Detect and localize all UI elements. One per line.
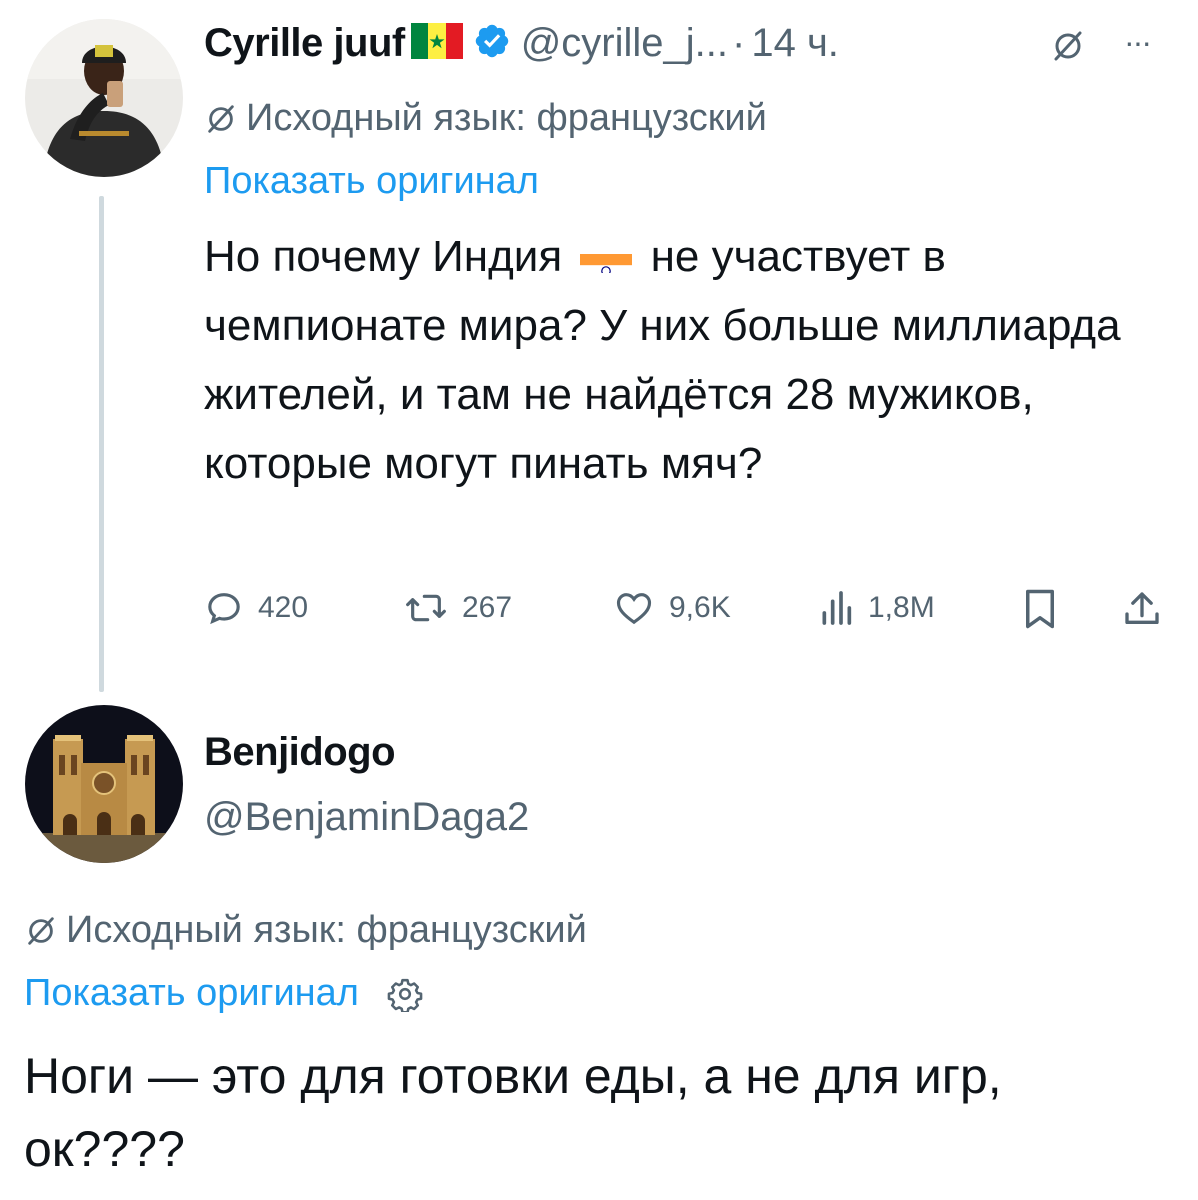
more-options-icon[interactable]: ··· <box>1124 24 1152 61</box>
handle[interactable]: @cyrille_j... <box>521 21 728 66</box>
tweet-text-part-1: Но почему Индия <box>204 232 575 281</box>
handle[interactable]: @BenjaminDaga2 <box>204 795 529 840</box>
source-language-label: Исходный язык: французский <box>246 97 767 139</box>
heart-icon <box>616 593 652 625</box>
source-language: Исходный язык: французский <box>204 97 767 140</box>
share-icon[interactable] <box>1122 588 1162 635</box>
repost-icon <box>406 594 446 622</box>
source-language: Исходный язык: французский <box>24 909 587 952</box>
avatar-benjidogo[interactable] <box>25 705 183 863</box>
show-original-link[interactable]: Показать оригинал <box>204 160 539 203</box>
translate-icon[interactable] <box>1050 28 1086 69</box>
repost-count: 267 <box>462 591 513 624</box>
avatar-image <box>25 19 183 177</box>
avatar-image <box>25 705 183 863</box>
like-count: 9,6K <box>669 591 731 624</box>
source-language-label: Исходный язык: французский <box>66 909 587 951</box>
translate-icon <box>208 104 234 133</box>
views-button[interactable]: 1,8M <box>818 588 935 628</box>
tweet-2-text: Ноги — это для готовки еды, а не для игр… <box>24 1048 1002 1177</box>
views-count: 1,8M <box>868 591 935 624</box>
india-flag-icon <box>580 239 633 273</box>
avatar-cyrille[interactable] <box>25 19 183 177</box>
dot-separator: · <box>732 20 746 65</box>
tweet-1-header: Cyrille juuf @cyrille_j... · 14 ч. <box>204 18 839 68</box>
reply-button[interactable]: 420 <box>204 588 308 628</box>
thread-line <box>99 196 104 692</box>
bookmark-icon[interactable] <box>1022 588 1058 635</box>
reply-icon <box>208 593 240 625</box>
show-original-row: Показать оригинал <box>24 972 423 1015</box>
display-name[interactable]: Benjidogo <box>204 730 396 775</box>
senegal-flag-icon <box>410 22 463 64</box>
show-original-link[interactable]: Показать оригинал <box>24 972 359 1015</box>
translate-icon <box>28 916 54 945</box>
like-button[interactable]: 9,6K <box>613 588 731 628</box>
verified-badge-icon <box>473 22 511 65</box>
settings-gear-icon[interactable] <box>387 976 423 1012</box>
tweet-1-text: Но почему Индия не участвует в чемпионат… <box>204 222 1164 498</box>
views-icon <box>822 591 852 625</box>
reply-count: 420 <box>258 591 309 624</box>
timestamp[interactable]: 14 ч. <box>751 21 839 66</box>
repost-button[interactable]: 267 <box>404 588 512 628</box>
display-name[interactable]: Cyrille juuf <box>204 21 405 66</box>
